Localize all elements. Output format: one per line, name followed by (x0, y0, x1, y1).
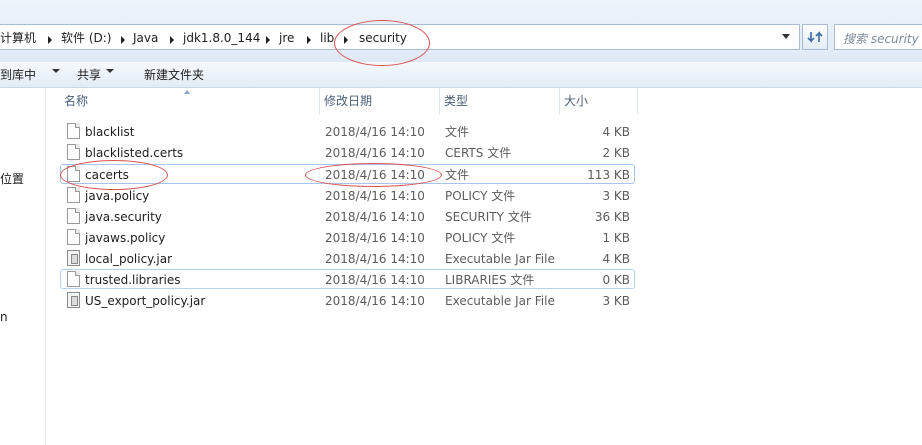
file-icon (67, 144, 80, 160)
file-name: trusted.libraries (85, 273, 181, 287)
file-name: blacklisted.certs (85, 146, 184, 160)
file-row-selected[interactable]: cacerts 2018/4/16 14:10 文件 113 KB (60, 164, 635, 184)
file-type: POLICY 文件 (445, 231, 516, 245)
nav-item-stub[interactable]: n (0, 310, 8, 324)
file-type: LIBRARIES 文件 (445, 273, 535, 287)
file-date: 2018/4/16 14:10 (325, 231, 425, 245)
breadcrumb-jre[interactable]: jre (279, 30, 294, 46)
share-button[interactable]: 共享 (77, 66, 101, 84)
breadcrumb-drive-d[interactable]: 软件 (D:) (61, 30, 111, 46)
address-history-dropdown-icon[interactable] (782, 34, 790, 39)
file-type: 文件 (445, 125, 470, 139)
jar-file-icon (67, 250, 80, 266)
file-type: CERTS 文件 (445, 146, 512, 160)
include-in-library-button[interactable]: 到库中 (0, 66, 36, 84)
breadcrumb-java[interactable]: Java (133, 30, 158, 46)
file-size: 4 KB (602, 252, 630, 266)
file-type: Executable Jar File (445, 294, 555, 308)
breadcrumb-computer[interactable]: 计算机 (0, 30, 36, 46)
file-row[interactable]: java.policy 2018/4/16 14:10 POLICY 文件 3 … (60, 185, 635, 205)
file-name: US_export_policy.jar (85, 294, 206, 308)
breadcrumb-security[interactable]: security (359, 30, 407, 46)
file-date: 2018/4/16 14:10 (325, 273, 425, 287)
file-row[interactable]: US_export_policy.jar 2018/4/16 14:10 Exe… (60, 290, 635, 310)
file-size: 0 KB (602, 273, 630, 287)
jar-file-icon (67, 292, 80, 308)
search-placeholder: 搜索 security (843, 32, 919, 46)
command-toolbar: 到库中 共享 新建文件夹 (0, 62, 922, 88)
breadcrumb-separator-icon[interactable] (344, 36, 348, 44)
breadcrumb-jdk[interactable]: jdk1.8.0_144 (183, 30, 260, 46)
column-header-type[interactable]: 类型 (440, 88, 560, 114)
breadcrumb-separator-icon[interactable] (170, 36, 174, 44)
file-size: 4 KB (602, 125, 630, 139)
column-header-size[interactable]: 大小 (560, 88, 638, 114)
file-name: blacklist (85, 125, 135, 139)
file-icon (67, 208, 80, 224)
file-type: SECURITY 文件 (445, 210, 532, 224)
refresh-icon (807, 31, 823, 43)
address-bar-region: 计算机 软件 (D:) Java jdk1.8.0_144 jre lib se… (0, 0, 922, 62)
file-row[interactable]: javaws.policy 2018/4/16 14:10 POLICY 文件 … (60, 227, 635, 247)
sort-ascending-icon (184, 90, 190, 94)
file-date: 2018/4/16 14:10 (325, 189, 425, 203)
file-icon (67, 229, 80, 245)
refresh-button[interactable] (802, 24, 828, 50)
file-row[interactable]: java.security 2018/4/16 14:10 SECURITY 文… (60, 206, 635, 226)
file-type: Executable Jar File (445, 252, 555, 266)
file-row-hover[interactable]: trusted.libraries 2018/4/16 14:10 LIBRAR… (60, 269, 635, 289)
file-type: 文件 (445, 168, 470, 182)
file-size: 3 KB (602, 189, 630, 203)
file-name: local_policy.jar (85, 252, 173, 266)
file-size: 36 KB (594, 210, 630, 224)
file-icon (67, 123, 80, 139)
chevron-down-icon[interactable] (52, 69, 60, 73)
file-name: javaws.policy (85, 231, 166, 245)
breadcrumb-separator-icon[interactable] (266, 36, 270, 44)
file-size: 2 KB (602, 146, 630, 160)
file-date: 2018/4/16 14:10 (325, 146, 425, 160)
file-row[interactable]: blacklisted.certs 2018/4/16 14:10 CERTS … (60, 142, 635, 162)
file-name: java.security (85, 210, 162, 224)
breadcrumb-separator-icon[interactable] (307, 36, 311, 44)
address-bar[interactable]: 计算机 软件 (D:) Java jdk1.8.0_144 jre lib se… (0, 24, 800, 50)
breadcrumb-separator-icon[interactable] (121, 36, 125, 44)
breadcrumb-lib[interactable]: lib (320, 30, 334, 46)
file-date: 2018/4/16 14:10 (325, 252, 425, 266)
file-size: 1 KB (602, 231, 630, 245)
nav-item-location[interactable]: 位置 (0, 170, 24, 187)
chevron-down-icon[interactable] (106, 69, 114, 73)
file-row[interactable]: blacklist 2018/4/16 14:10 文件 4 KB (60, 121, 635, 141)
file-type: POLICY 文件 (445, 189, 516, 203)
new-folder-button[interactable]: 新建文件夹 (144, 66, 204, 84)
file-row[interactable]: local_policy.jar 2018/4/16 14:10 Executa… (60, 248, 635, 268)
file-date: 2018/4/16 14:10 (325, 125, 425, 139)
column-header-date[interactable]: 修改日期 (320, 88, 440, 114)
file-icon (67, 166, 80, 182)
file-date: 2018/4/16 14:10 (325, 168, 425, 182)
navigation-pane[interactable]: 位置 n (0, 88, 46, 445)
column-header-name[interactable]: 名称 (60, 88, 320, 114)
file-icon (67, 187, 80, 203)
file-date: 2018/4/16 14:10 (325, 294, 425, 308)
breadcrumb-separator-icon[interactable] (48, 36, 52, 44)
file-name: java.policy (85, 189, 150, 203)
file-size: 113 KB (587, 168, 630, 182)
file-name: cacerts (85, 168, 129, 182)
file-icon (67, 271, 80, 287)
file-date: 2018/4/16 14:10 (325, 210, 425, 224)
search-input[interactable]: 搜索 security (834, 24, 922, 50)
file-size: 3 KB (602, 294, 630, 308)
